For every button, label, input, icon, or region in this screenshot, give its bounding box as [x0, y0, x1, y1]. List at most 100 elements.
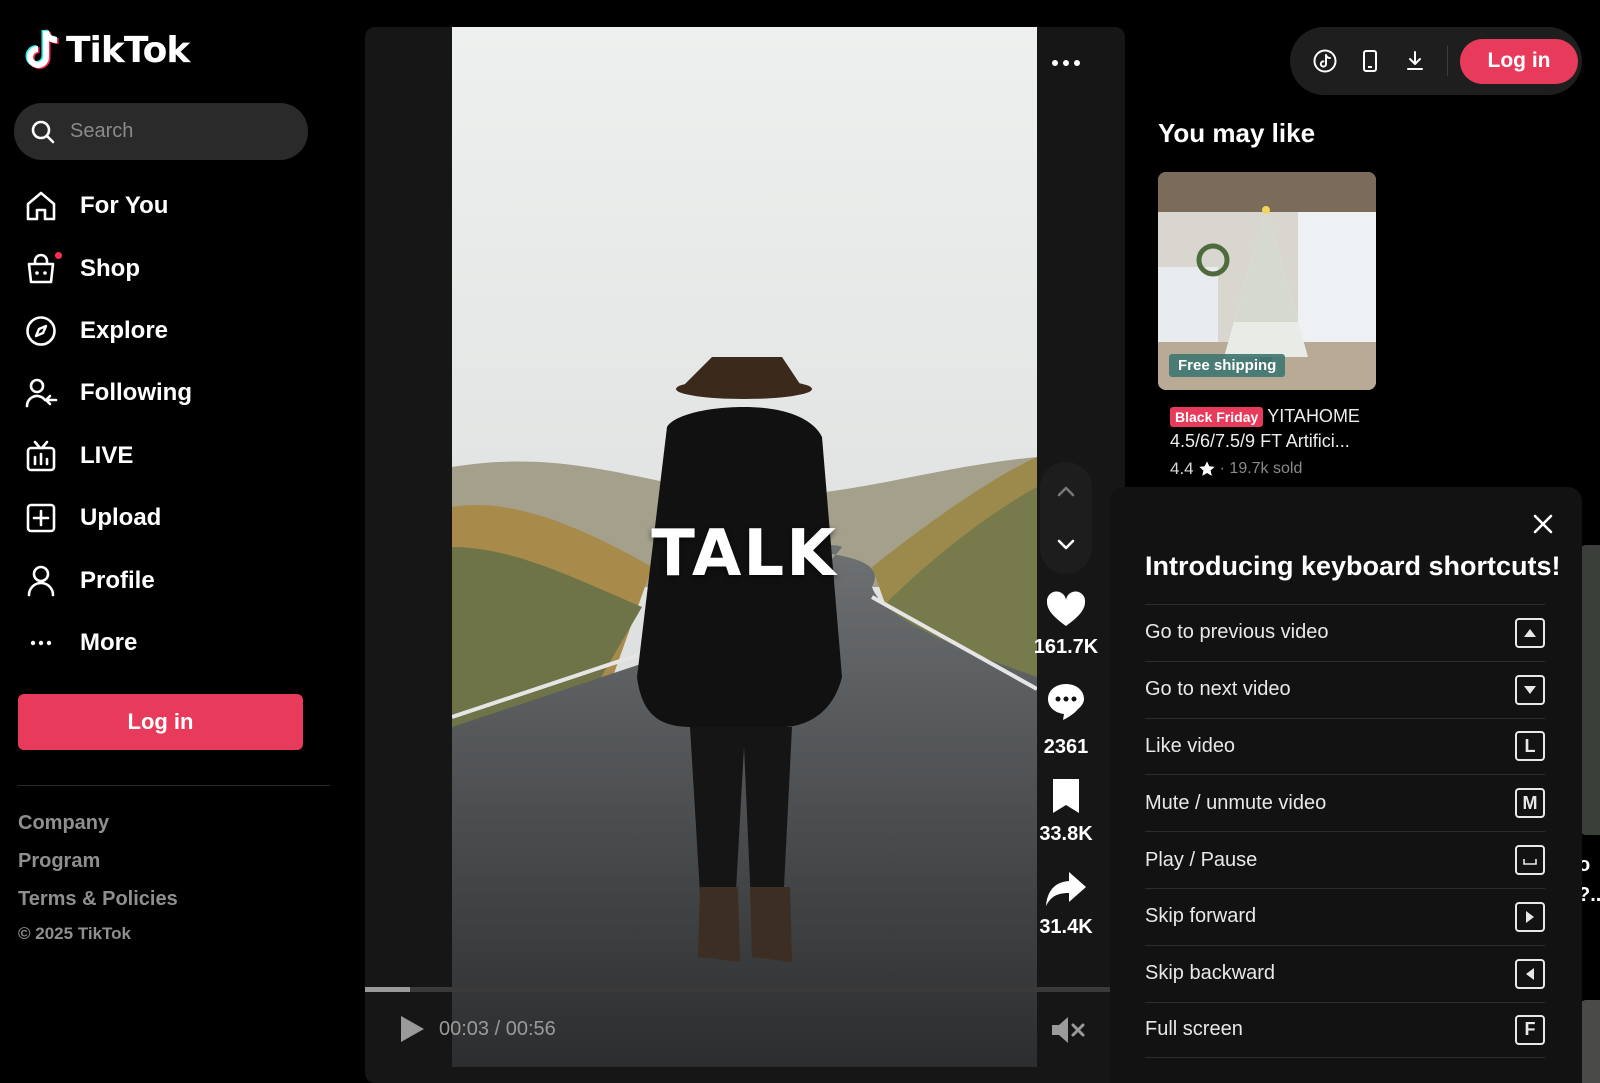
product-card[interactable]: Free shipping Black Friday YITAHOME 4.5/6…: [1158, 172, 1376, 479]
topbar-separator: [1447, 46, 1448, 76]
notification-dot: [55, 251, 62, 259]
more-options-button[interactable]: [1052, 56, 1082, 70]
person-icon: [24, 564, 58, 598]
shortcut-label: Go to previous video: [1145, 621, 1329, 644]
mobile-app-button[interactable]: [1357, 48, 1383, 74]
free-shipping-badge: Free shipping: [1169, 354, 1286, 377]
shortcut-key: M: [1515, 788, 1545, 819]
search-input[interactable]: [70, 120, 290, 143]
nav-item-following[interactable]: Following: [0, 362, 340, 424]
nav-label-explore: Explore: [80, 316, 169, 344]
footer-link-terms[interactable]: Terms & Policies: [18, 888, 178, 911]
video-nav-arrows: [1040, 462, 1092, 574]
arrow-up-key-icon: [1515, 617, 1545, 648]
next-card-peek[interactable]: [1580, 545, 1600, 835]
nav-label-for-you: For You: [80, 192, 169, 220]
nav-item-live[interactable]: LIVE: [0, 425, 340, 487]
keyboard-shortcuts-panel: Introducing keyboard shortcuts! Go to pr…: [1110, 487, 1582, 1083]
product-sold-count: · 19.7k sold: [1219, 460, 1303, 477]
shortcut-row-mute: Mute / unmute video M: [1145, 774, 1545, 831]
nav-label-profile: Profile: [80, 566, 155, 594]
share-button[interactable]: [1044, 868, 1088, 912]
share-action: 31.4K: [1030, 868, 1102, 939]
star-icon: [1198, 461, 1215, 476]
more-dots-icon: [24, 626, 58, 660]
you-may-like-heading: You may like: [1158, 118, 1316, 148]
mute-button[interactable]: [1050, 1014, 1086, 1046]
live-tv-icon: [24, 439, 58, 473]
video-time: 00:03 / 00:56: [439, 1018, 556, 1040]
like-button[interactable]: [1044, 588, 1088, 632]
plus-square-icon: [24, 501, 58, 535]
nav-label-more: More: [80, 628, 138, 656]
download-button[interactable]: [1402, 48, 1428, 74]
share-count: 31.4K: [1039, 916, 1093, 938]
shortcut-key: L: [1515, 731, 1545, 762]
shortcut-row-next: Go to next video: [1145, 660, 1545, 718]
tiktok-circle-icon: [1313, 49, 1337, 73]
play-icon: [401, 1016, 424, 1042]
progress-bar[interactable]: [365, 987, 1110, 992]
like-action: 161.7K: [1030, 588, 1102, 659]
footer-link-company[interactable]: Company: [18, 812, 109, 835]
footer-link-program[interactable]: Program: [18, 850, 100, 873]
share-arrow-icon: [1046, 872, 1086, 906]
shortcut-row-skip-forward: Skip forward: [1145, 887, 1545, 945]
comment-count: 2361: [1043, 736, 1089, 758]
nav-label-following: Following: [80, 379, 192, 407]
nav-item-upload[interactable]: Upload: [0, 487, 340, 549]
search-icon: [31, 120, 55, 143]
chevron-down-icon: [1057, 539, 1075, 550]
top-bar: Log in: [1290, 27, 1582, 95]
shortcut-label: Full screen: [1145, 1018, 1243, 1041]
arrow-down-key-icon: [1515, 674, 1545, 705]
shortcut-row-previous: Go to previous video: [1145, 604, 1545, 661]
shortcut-label: Skip backward: [1145, 962, 1276, 985]
black-friday-badge: Black Friday: [1170, 407, 1264, 427]
shortcuts-title: Introducing keyboard shortcuts!: [1145, 551, 1561, 581]
nav-item-explore[interactable]: Explore: [0, 300, 340, 362]
sidebar-login-button[interactable]: Log in: [18, 694, 303, 750]
nav-item-profile[interactable]: Profile: [0, 549, 340, 611]
previous-video-button[interactable]: [1040, 466, 1092, 518]
play-button[interactable]: [398, 1014, 426, 1044]
comment-action: 2361: [1030, 680, 1102, 759]
video-frame[interactable]: TALK: [452, 27, 1037, 1067]
download-icon: [1407, 51, 1423, 70]
shortcut-label: Mute / unmute video: [1145, 791, 1327, 814]
main-nav: For You Shop Explore Following LIVE Uplo…: [0, 175, 340, 674]
product-meta: 4.4 · 19.7k sold: [1170, 459, 1376, 479]
home-icon: [24, 189, 58, 223]
next-video-button[interactable]: [1040, 518, 1092, 570]
nav-item-more[interactable]: More: [0, 612, 340, 674]
save-button[interactable]: [1044, 775, 1088, 819]
search-box[interactable]: [14, 103, 308, 160]
shortcut-row-like: Like video L: [1145, 717, 1545, 775]
comment-button[interactable]: [1044, 680, 1088, 724]
shortcut-row-skip-backward: Skip backward: [1145, 944, 1545, 1002]
nav-item-shop[interactable]: Shop: [0, 237, 340, 299]
tiktok-logo[interactable]: TikTok: [24, 28, 190, 72]
next-card-peek-bottom[interactable]: [1580, 1000, 1600, 1083]
nav-item-for-you[interactable]: For You: [0, 175, 340, 237]
save-action: 33.8K: [1030, 775, 1102, 846]
muted-speaker-icon: [1052, 1017, 1085, 1043]
sidebar-divider: [18, 785, 330, 786]
close-shortcuts-button[interactable]: [1530, 511, 1556, 537]
shopping-bag-icon: [24, 251, 62, 286]
tiktok-note-icon: [25, 29, 59, 69]
space-key-icon: [1515, 845, 1545, 876]
product-title: Black Friday YITAHOME 4.5/6/7.5/9 FT Arti…: [1170, 404, 1375, 453]
shortcut-key: F: [1515, 1014, 1545, 1045]
product-image: Free shipping: [1158, 172, 1376, 390]
tiktok-app-button[interactable]: [1312, 48, 1338, 74]
topbar-login-button[interactable]: Log in: [1460, 38, 1578, 84]
nav-label-shop: Shop: [80, 254, 140, 282]
nav-label-live: LIVE: [80, 441, 134, 469]
copyright: © 2025 TikTok: [18, 924, 132, 943]
following-icon: [24, 376, 58, 410]
shortcut-label: Skip forward: [1145, 905, 1257, 928]
shortcut-label: Like video: [1145, 734, 1236, 757]
like-count: 161.7K: [1033, 636, 1099, 658]
video-player[interactable]: TALK: [365, 27, 1125, 1083]
